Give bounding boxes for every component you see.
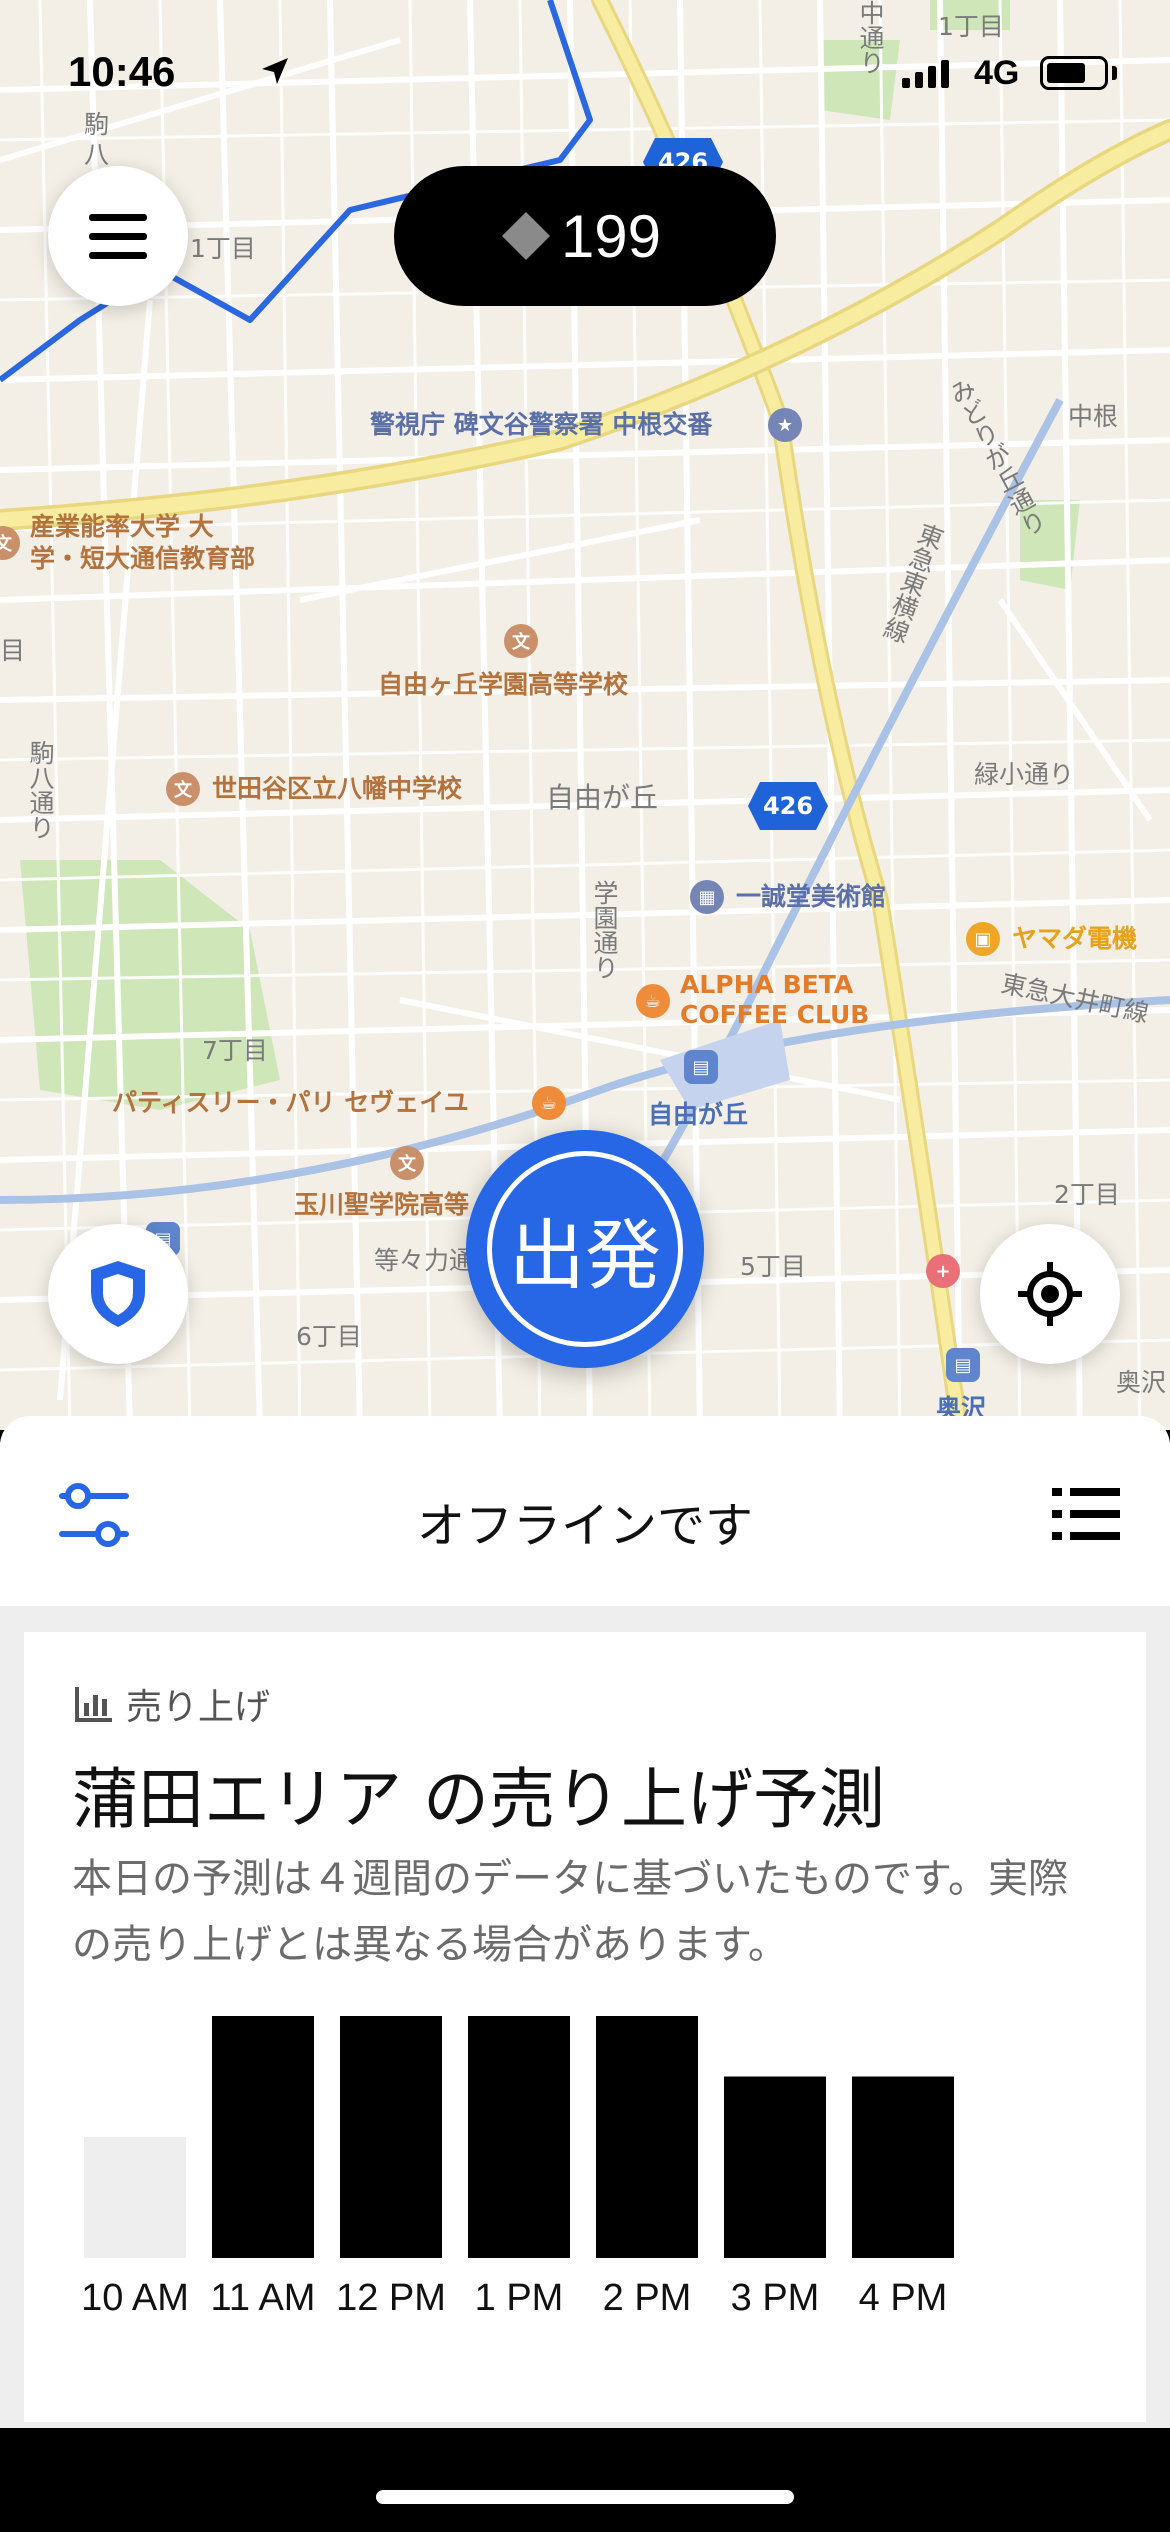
chart-bar	[212, 2016, 314, 2258]
map-label: 警視庁 碑文谷警察署 中根交番	[370, 410, 713, 439]
chart-x-label: 1 PM	[475, 2277, 564, 2319]
points-value: 199	[560, 202, 662, 270]
map-label: 目	[0, 636, 26, 665]
train-icon: ▤	[946, 1348, 980, 1382]
map-label: 自由が丘	[546, 781, 659, 814]
hamburger-icon	[89, 213, 147, 221]
list-icon[interactable]	[1052, 1486, 1120, 1542]
police-icon: ★	[768, 408, 802, 442]
map-label: 緑小通り	[974, 760, 1075, 789]
shield-icon	[91, 1261, 145, 1327]
chart-bar	[852, 2076, 954, 2258]
map-label: 1丁目	[190, 234, 256, 263]
offline-status: オフラインです	[416, 1498, 753, 1554]
train-icon: ▤	[684, 1050, 718, 1084]
coffee-icon: ☕	[636, 984, 670, 1018]
sheet-header: オフラインです	[0, 1416, 1170, 1606]
bottom-sheet: オフラインです 売り上げ 蒲田エリア の売り上げ予測 本日の予測は４週間のデータ…	[0, 1416, 1170, 2428]
map-label: ALPHA BETA	[680, 970, 854, 999]
menu-button[interactable]	[48, 166, 188, 306]
go-label: 出発	[487, 1151, 683, 1347]
hospital-icon: +	[926, 1254, 960, 1288]
map-label: 5丁目	[740, 1252, 806, 1281]
map-label: パティスリー・パリ セヴェイユ	[112, 1088, 469, 1117]
map-label: 奥沢	[1116, 1368, 1167, 1397]
school-icon: 文	[166, 772, 200, 806]
map-label: 自由が丘	[648, 1100, 749, 1129]
route-shield: 426	[748, 782, 828, 830]
crosshair-icon	[1018, 1262, 1082, 1326]
map-label: 中根	[1068, 402, 1119, 431]
map-label: 産業能率大学 大	[30, 512, 214, 541]
map-label: COFFEE CLUB	[680, 1000, 870, 1029]
map-label: 世田谷区立八幡中学校	[212, 774, 463, 803]
chart-bar	[596, 2016, 698, 2258]
chart-x-label: 2 PM	[603, 2277, 692, 2319]
signal-icon	[902, 58, 949, 88]
home-area	[0, 2428, 1170, 2532]
chart-x-label: 4 PM	[859, 2277, 948, 2319]
earnings-forecast-card[interactable]: 売り上げ 蒲田エリア の売り上げ予測 本日の予測は４週間のデータに基づいたもので…	[24, 1632, 1146, 2422]
map-label: 学園通り	[590, 880, 619, 980]
chart-bar	[724, 2076, 826, 2258]
map-label: 一誠堂美術館	[736, 882, 887, 911]
map-label: 学・短大通信教育部	[30, 544, 256, 573]
home-indicator[interactable]	[376, 2490, 794, 2504]
locate-me-button[interactable]	[980, 1224, 1120, 1364]
chart-bar	[84, 2137, 186, 2258]
cafe-icon: ☕	[532, 1086, 566, 1120]
map-label: 等々力通	[374, 1246, 475, 1275]
chart-x-label: 10 AM	[81, 2277, 189, 2319]
map-label: ヤマダ電機	[1012, 924, 1138, 953]
chart-bar	[468, 2016, 570, 2258]
hamburger-line	[89, 251, 147, 259]
shop-icon: ▣	[966, 922, 1000, 956]
chart-x-label: 3 PM	[731, 2277, 820, 2319]
chart-x-label: 11 AM	[211, 2277, 316, 2319]
museum-icon: ▦	[690, 880, 724, 914]
map-label: 八	[84, 140, 110, 169]
hamburger-line	[89, 232, 147, 240]
map-label: 自由ヶ丘学園高等学校	[378, 670, 629, 699]
network-label: 4G	[974, 54, 1020, 92]
points-pill[interactable]: 199	[394, 166, 776, 306]
map-label: 玉川聖学院高等	[294, 1190, 470, 1219]
battery-icon	[1040, 56, 1108, 90]
map-label: 駒八通り	[26, 740, 55, 840]
diamond-icon	[501, 211, 550, 261]
go-online-button[interactable]: 出発	[466, 1130, 704, 1368]
battery-tip	[1112, 66, 1117, 80]
chart-bar	[340, 2016, 442, 2258]
map-label: 2丁目	[1054, 1180, 1120, 1209]
location-arrow-icon	[262, 58, 288, 84]
map-label: 7丁目	[202, 1036, 268, 1065]
status-bar: 10:46 4G	[0, 0, 1170, 140]
earnings-bar-chart: 10 AM 11 AM 12 PM 1 PM 2 PM 3 PM 4 PM	[81, 2016, 954, 2319]
map-label: 6丁目	[296, 1322, 362, 1351]
status-time: 10:46	[68, 48, 176, 95]
chart-x-label: 12 PM	[336, 2277, 446, 2319]
school-icon: 文	[390, 1146, 424, 1180]
safety-button[interactable]	[48, 1224, 188, 1364]
school-icon: 文	[504, 624, 538, 658]
